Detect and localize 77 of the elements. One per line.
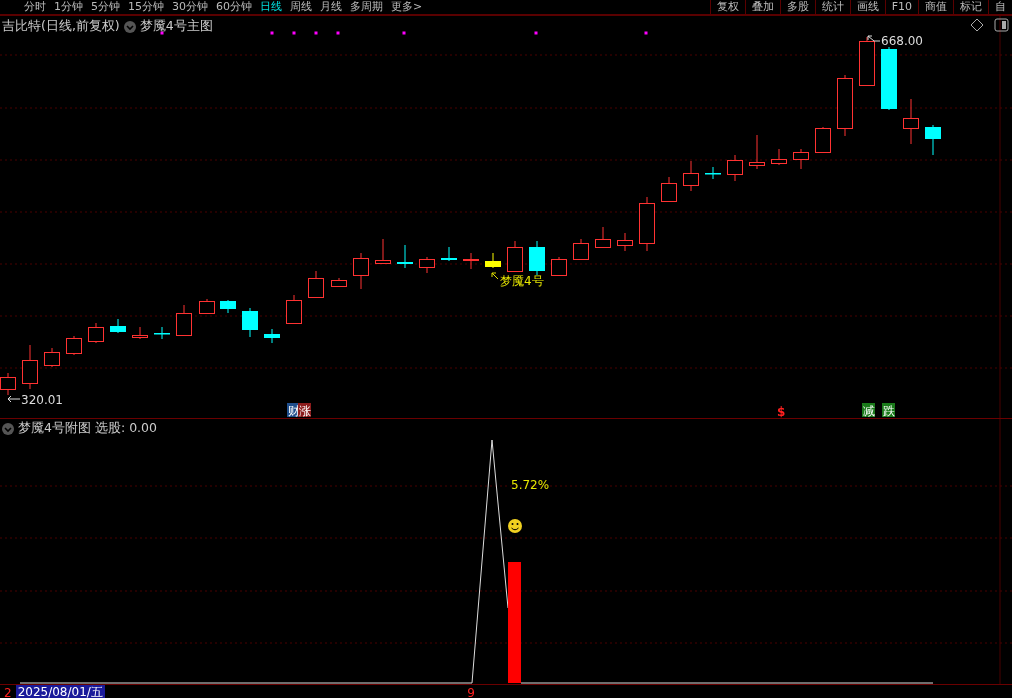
- candlestick: [925, 124, 941, 156]
- candlestick: [22, 344, 38, 390]
- candlestick: [705, 166, 721, 180]
- candlestick: [220, 299, 236, 314]
- candlestick: [176, 304, 192, 337]
- candlestick: [375, 238, 391, 265]
- period-tab[interactable]: 30分钟: [172, 0, 208, 14]
- diamond-icon[interactable]: [970, 18, 984, 32]
- period-tab[interactable]: 分时: [24, 0, 46, 14]
- smiley-icon: [508, 519, 522, 533]
- high-price-label: 668.00: [881, 34, 923, 48]
- candlestick: [815, 126, 831, 154]
- candlestick: [397, 244, 413, 269]
- candlestick: [639, 196, 655, 252]
- percent-label: 5.72%: [511, 478, 550, 492]
- candlestick: [859, 36, 875, 87]
- candlestick: [793, 148, 809, 170]
- candlestick: [242, 307, 258, 338]
- dollar-signal: $: [777, 405, 786, 418]
- candlestick: [881, 46, 897, 111]
- candlestick: [617, 232, 633, 252]
- candlestick: [771, 148, 787, 166]
- signal-badge: 跌: [882, 403, 895, 418]
- indicator-name[interactable]: 梦魇4号主图: [139, 18, 213, 35]
- candlestick: [661, 176, 677, 203]
- period-tab[interactable]: 15分钟: [128, 0, 164, 14]
- candlestick: [132, 326, 148, 340]
- dropdown-icon[interactable]: [2, 422, 14, 435]
- dropdown-icon[interactable]: [123, 20, 136, 33]
- candlestick: [683, 160, 699, 192]
- period-tab[interactable]: 月线: [320, 0, 342, 14]
- candlestick: [551, 256, 567, 277]
- candlestick: [727, 154, 743, 182]
- period-tab[interactable]: 更多>: [391, 0, 423, 14]
- period-tab[interactable]: 1分钟: [54, 0, 83, 14]
- candlestick: [441, 246, 457, 262]
- signal-badge: 财: [287, 403, 300, 418]
- candlestick: [286, 294, 302, 325]
- candlestick: [837, 74, 853, 137]
- signal-badge: 涨: [298, 403, 311, 418]
- period-tab[interactable]: 日线: [260, 0, 282, 14]
- indicator-name[interactable]: 梦魇4号附图: [18, 420, 91, 437]
- candlestick: [419, 256, 435, 274]
- signal-badge: 减: [862, 403, 875, 418]
- arrow-icon: [7, 395, 21, 403]
- date-label: 2025/08/01/五: [15, 685, 105, 698]
- candlestick: [199, 298, 215, 315]
- period-tab[interactable]: 5分钟: [91, 0, 120, 14]
- candlestick: [749, 134, 765, 170]
- arrow-icon: [867, 35, 881, 42]
- axis-mark: 9: [467, 685, 475, 698]
- candlestick: [353, 252, 369, 290]
- candlestick: [595, 226, 611, 249]
- candlestick: [264, 328, 280, 344]
- period-tab[interactable]: 多周期: [350, 0, 383, 14]
- candlestick: [903, 98, 919, 145]
- arrow-icon: [491, 272, 499, 280]
- indicator-reading: 选股: 0.00: [94, 420, 157, 437]
- chart-title: 吉比特(日线,前复权): [2, 18, 120, 35]
- candlestick: [573, 238, 589, 261]
- low-price-label: 320.01: [21, 393, 63, 407]
- signal-label: 梦魇4号: [500, 274, 544, 288]
- candlestick: [110, 318, 126, 334]
- candlestick: [529, 240, 545, 276]
- candlestick: [308, 270, 324, 299]
- candlestick: [88, 322, 104, 344]
- panel-toggle-icon[interactable]: [994, 18, 1009, 32]
- period-tab[interactable]: 周线: [290, 0, 312, 14]
- candlestick: [463, 252, 479, 270]
- period-tab[interactable]: 60分钟: [216, 0, 252, 14]
- axis-mark: 2: [4, 685, 12, 698]
- candlestick: [66, 335, 82, 356]
- candlestick: [331, 277, 347, 288]
- candlestick: [44, 347, 60, 368]
- candlestick: [485, 252, 501, 269]
- candlestick: [154, 326, 170, 340]
- candlestick: [507, 240, 523, 273]
